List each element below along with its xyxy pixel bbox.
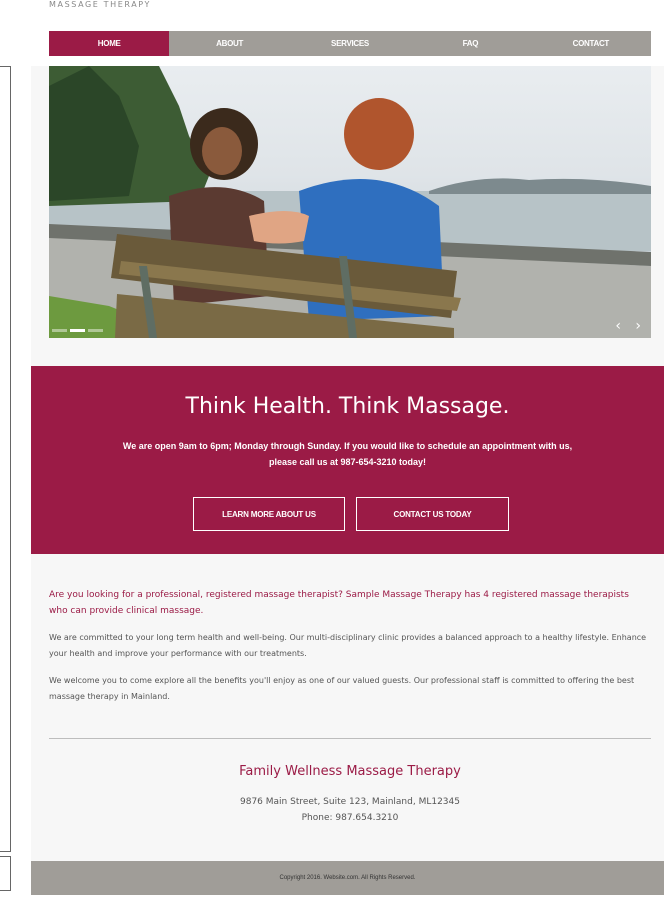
page-frame-marker	[0, 66, 11, 852]
slide-dot-1[interactable]	[52, 329, 67, 332]
nav-item-about[interactable]: ABOUT	[169, 31, 289, 56]
nav-item-contact[interactable]: CONTACT	[531, 31, 651, 56]
hero-image	[49, 66, 651, 338]
chevron-left-icon[interactable]: ‹	[615, 318, 621, 334]
slide-indicators	[52, 329, 103, 332]
paragraph-commitment: We are committed to your long term healt…	[49, 633, 647, 658]
footer-frame-marker	[0, 856, 11, 891]
chevron-right-icon[interactable]: ›	[635, 318, 641, 334]
nav-item-faq[interactable]: FAQ	[410, 31, 530, 56]
learn-more-button[interactable]: LEARN MORE ABOUT US	[193, 497, 345, 531]
slide-dot-2[interactable]	[70, 329, 85, 332]
band-title: Think Health. Think Massage.	[185, 394, 510, 419]
hero-slider: ‹ ›	[49, 66, 651, 338]
business-name: Family Wellness Massage Therapy	[239, 764, 461, 779]
business-address: 9876 Main Street, Suite 123, Mainland, M…	[240, 797, 460, 807]
cta-band: Think Health. Think Massage. We are open…	[31, 366, 664, 554]
paragraph-welcome: We welcome you to come explore all the b…	[49, 676, 635, 701]
copyright-text: Copyright 2016. Website.com. All Rights …	[279, 875, 416, 881]
nav-item-services[interactable]: SERVICES	[290, 31, 410, 56]
intro-text: Are you looking for a professional, regi…	[49, 590, 629, 616]
slide-dot-3[interactable]	[88, 329, 103, 332]
footer: Copyright 2016. Website.com. All Rights …	[31, 861, 664, 895]
band-hours-text: We are open 9am to 6pm; Monday through S…	[122, 441, 573, 467]
brand-name: MASSAGE THERAPY	[49, 0, 152, 9]
main-nav: HOME ABOUT SERVICES FAQ CONTACT	[49, 31, 651, 56]
business-phone: Phone: 987.654.3210	[301, 813, 399, 823]
contact-us-button[interactable]: CONTACT US TODAY	[356, 497, 509, 531]
section-divider	[49, 738, 651, 739]
nav-item-home[interactable]: HOME	[49, 31, 170, 56]
